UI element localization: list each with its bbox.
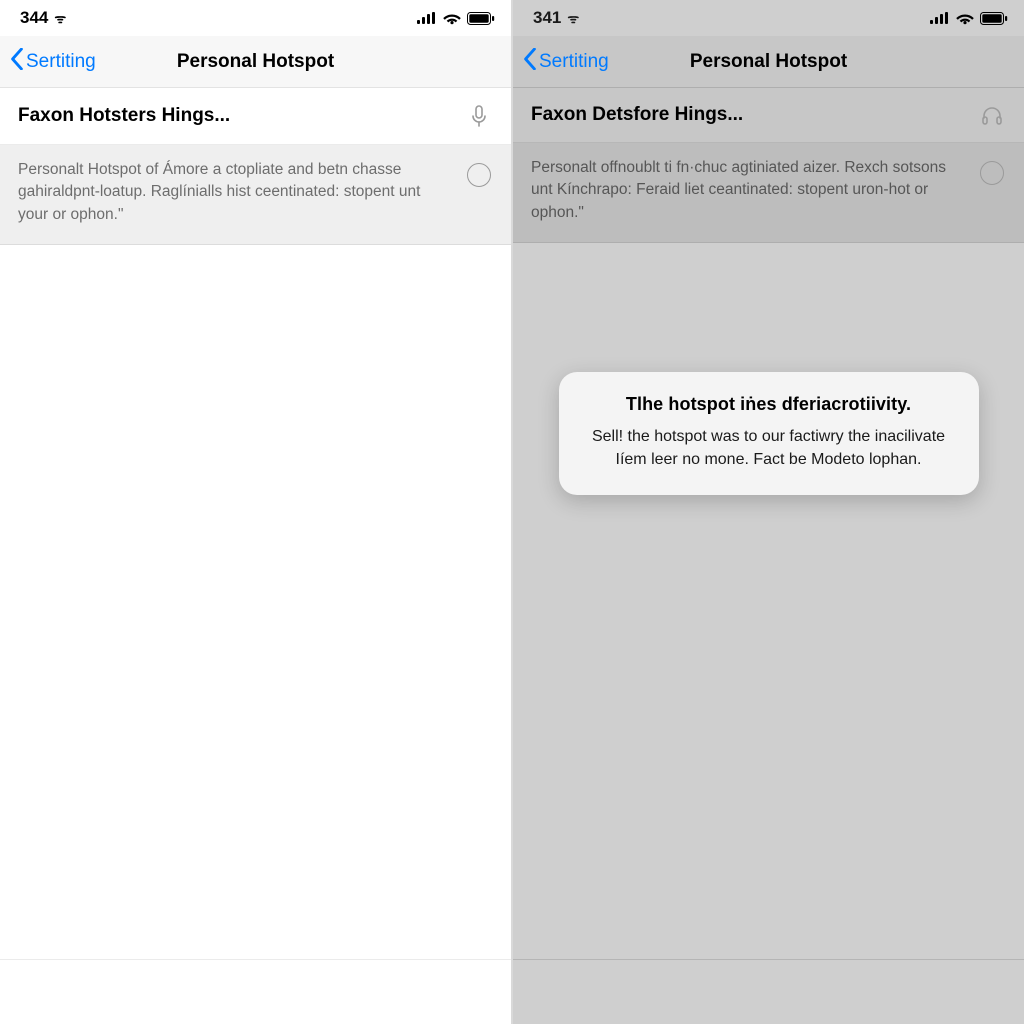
wifi-icon: ᯤ	[567, 9, 579, 27]
wifi-icon	[956, 12, 974, 25]
alert-body: Sell! the hotspot was to our factiwry th…	[585, 425, 953, 471]
hotspot-name-label: Faxon Detsfore Hings...	[531, 104, 978, 126]
wifi-icon: ᯤ	[54, 9, 66, 27]
alert-dialog[interactable]: Tlhe hotspot iṅes dferiacrotiivity. Sell…	[559, 372, 979, 495]
bottom-separator	[0, 959, 511, 960]
headphones-icon	[978, 104, 1006, 126]
back-label: Sertiting	[539, 51, 609, 73]
nav-bar: Sertiting Personal Hotspot	[0, 36, 511, 88]
hotspot-name-row[interactable]: Faxon Detsfore Hings...	[513, 88, 1024, 143]
bottom-separator	[513, 959, 1024, 960]
nav-bar: Sertiting Personal Hotspot	[513, 36, 1024, 88]
chevron-left-icon	[523, 48, 537, 76]
battery-icon	[980, 12, 1008, 25]
hotspot-name-label: Faxon Hotsters Hings...	[18, 105, 465, 127]
cellular-signal-icon	[417, 12, 437, 24]
microphone-icon	[465, 104, 493, 128]
cellular-signal-icon	[930, 12, 950, 24]
back-label: Sertiting	[26, 51, 96, 73]
back-button[interactable]: Sertiting	[513, 48, 609, 76]
battery-icon	[467, 12, 495, 25]
status-time: 341	[533, 8, 561, 28]
hotspot-description-row: Personalt offnoublt ti fn·chuc agtiniate…	[513, 143, 1024, 243]
radio-option[interactable]	[465, 159, 493, 187]
wifi-icon	[443, 12, 461, 25]
hotspot-description: Personalt offnoublt ti fn·chuc agtiniate…	[531, 157, 964, 224]
hotspot-description: Personalt Hotspot of Ámore a ctopliate a…	[18, 159, 451, 226]
chevron-left-icon	[10, 48, 24, 76]
hotspot-description-row: Personalt Hotspot of Ámore a ctopliate a…	[0, 145, 511, 245]
radio-option[interactable]	[978, 157, 1006, 185]
status-bar: 341 ᯤ	[513, 0, 1024, 36]
hotspot-name-row[interactable]: Faxon Hotsters Hings...	[0, 88, 511, 145]
status-bar: 344 ᯤ	[0, 0, 511, 36]
screenshot-right: 341 ᯤ Sertiting	[513, 0, 1024, 1024]
alert-title: Tlhe hotspot iṅes dferiacrotiivity.	[585, 394, 953, 415]
back-button[interactable]: Sertiting	[0, 48, 96, 76]
screenshot-left: 344 ᯤ Sertiting	[0, 0, 511, 1024]
status-time: 344	[20, 8, 48, 28]
